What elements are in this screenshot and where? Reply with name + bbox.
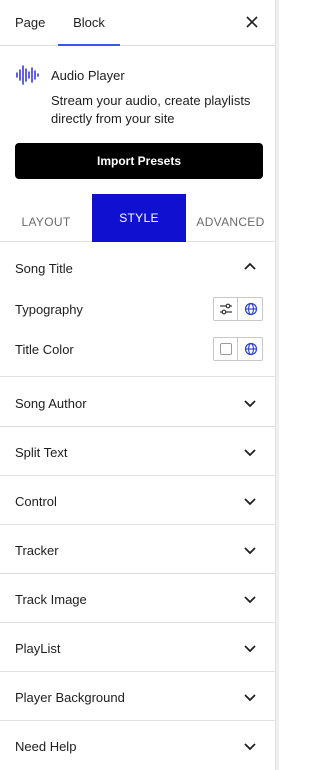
block-description: Stream your audio, create playlists dire… xyxy=(51,93,251,126)
chevron-down-icon xyxy=(243,445,257,459)
panel-playlist[interactable]: PlayList xyxy=(0,623,275,672)
panel-song-title: Song Title Typography Title Color xyxy=(0,243,275,377)
color-swatch-icon xyxy=(220,343,232,355)
chevron-down-icon xyxy=(243,494,257,508)
panel-split-text[interactable]: Split Text xyxy=(0,427,275,476)
tab-advanced[interactable]: ADVANCED xyxy=(186,194,275,242)
typography-label: Typography xyxy=(15,302,83,317)
chevron-down-icon xyxy=(243,739,257,753)
block-title: Audio Player xyxy=(51,68,125,83)
chevron-down-icon xyxy=(243,543,257,557)
title-color-global-button[interactable] xyxy=(239,338,263,360)
panel-track-image[interactable]: Track Image xyxy=(0,574,275,623)
inspector-tabs: LAYOUT STYLE ADVANCED xyxy=(0,194,275,242)
panel-title: Song Author xyxy=(15,396,87,411)
title-color-swatch-button[interactable] xyxy=(214,338,238,360)
typography-settings-button[interactable] xyxy=(214,298,238,320)
tab-layout[interactable]: LAYOUT xyxy=(0,194,92,242)
sliders-icon xyxy=(220,303,232,315)
import-presets-button[interactable]: Import Presets xyxy=(15,143,263,179)
chevron-up-icon[interactable] xyxy=(243,260,257,274)
panel-title: Need Help xyxy=(15,739,77,754)
typography-global-button[interactable] xyxy=(239,298,263,320)
tab-page[interactable]: Page xyxy=(15,0,45,46)
scrollbar[interactable] xyxy=(275,0,279,770)
chevron-down-icon xyxy=(243,641,257,655)
panel-need-help[interactable]: Need Help xyxy=(0,721,275,770)
panel-title: Track Image xyxy=(15,592,87,607)
chevron-down-icon xyxy=(243,396,257,410)
panel-song-author[interactable]: Song Author xyxy=(0,378,275,427)
globe-icon xyxy=(244,302,258,316)
panel-title: Player Background xyxy=(15,690,125,705)
title-color-label: Title Color xyxy=(15,342,74,357)
title-color-controls xyxy=(213,337,263,361)
tab-style[interactable]: STYLE xyxy=(92,194,186,242)
panel-player-background[interactable]: Player Background xyxy=(0,672,275,721)
waveform-icon xyxy=(15,64,39,86)
tab-block[interactable]: Block xyxy=(58,0,120,46)
chevron-down-icon xyxy=(243,592,257,606)
panel-title: PlayList xyxy=(15,641,61,656)
chevron-down-icon xyxy=(243,690,257,704)
panel-title: Tracker xyxy=(15,543,59,558)
sidebar-tabs: Page Block xyxy=(0,0,275,46)
close-icon[interactable] xyxy=(243,13,261,31)
panel-tracker[interactable]: Tracker xyxy=(0,525,275,574)
panel-control[interactable]: Control xyxy=(0,476,275,525)
globe-icon xyxy=(244,342,258,356)
panel-title-song-title[interactable]: Song Title xyxy=(15,261,73,276)
panel-title: Split Text xyxy=(15,445,68,460)
typography-controls xyxy=(213,297,263,321)
panel-title: Control xyxy=(15,494,57,509)
